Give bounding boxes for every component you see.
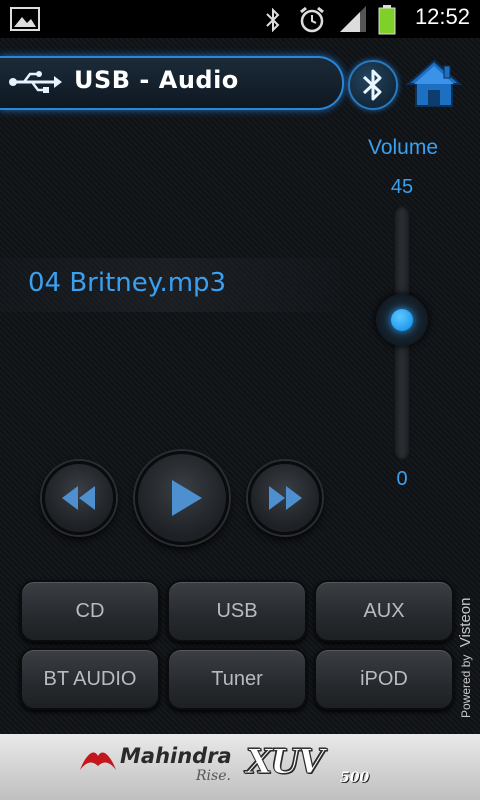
play-button[interactable] [135, 451, 229, 545]
powered-by-text: Powered by [459, 655, 473, 718]
track-title: 04 Britney.mp3 [28, 268, 227, 298]
brand-name: Mahindra [120, 744, 232, 768]
alarm-icon [300, 6, 324, 33]
powered-by-label: Powered by Visteon [457, 598, 474, 718]
status-bar [0, 0, 480, 38]
home-button[interactable] [404, 58, 464, 110]
fast-forward-button[interactable] [248, 461, 322, 535]
source-usb-button[interactable]: USB [167, 580, 307, 642]
status-time: 12:52 [414, 4, 470, 29]
rewind-button[interactable] [42, 461, 116, 535]
home-icon [405, 59, 463, 107]
source-aux-button[interactable]: AUX [314, 580, 454, 642]
model-name: XUV [245, 742, 324, 783]
source-cd-button[interactable]: CD [20, 580, 160, 642]
signal-icon [340, 6, 366, 32]
battery-icon [378, 5, 396, 35]
volume-handle-dot [391, 309, 413, 331]
powered-by-brand: Visteon [457, 598, 474, 648]
bluetooth-icon [266, 8, 280, 32]
fast-forward-icon [269, 486, 302, 510]
play-icon [172, 480, 202, 516]
volume-slider-handle[interactable] [376, 294, 428, 346]
volume-label: Volume [367, 136, 439, 159]
source-bt-audio-button[interactable]: BT AUDIO [20, 648, 160, 710]
bluetooth-icon [362, 69, 382, 101]
header-title: USB - Audio [74, 66, 239, 94]
model-suffix: 500 [340, 770, 370, 786]
mahindra-logo-icon [80, 752, 116, 770]
footer-banner [0, 734, 480, 800]
bluetooth-button[interactable] [348, 60, 398, 110]
volume-min-label: 0 [396, 468, 408, 490]
source-ipod-button[interactable]: iPOD [314, 648, 454, 710]
brand-tagline: Rise. [196, 768, 231, 784]
rewind-icon [62, 486, 95, 510]
gallery-icon [10, 7, 40, 31]
volume-max-label: 45 [390, 176, 414, 198]
source-tuner-button[interactable]: Tuner [167, 648, 307, 710]
usb-icon [9, 71, 62, 93]
svg-text:Powered by Visteon: Powered by Visteon [457, 598, 474, 718]
